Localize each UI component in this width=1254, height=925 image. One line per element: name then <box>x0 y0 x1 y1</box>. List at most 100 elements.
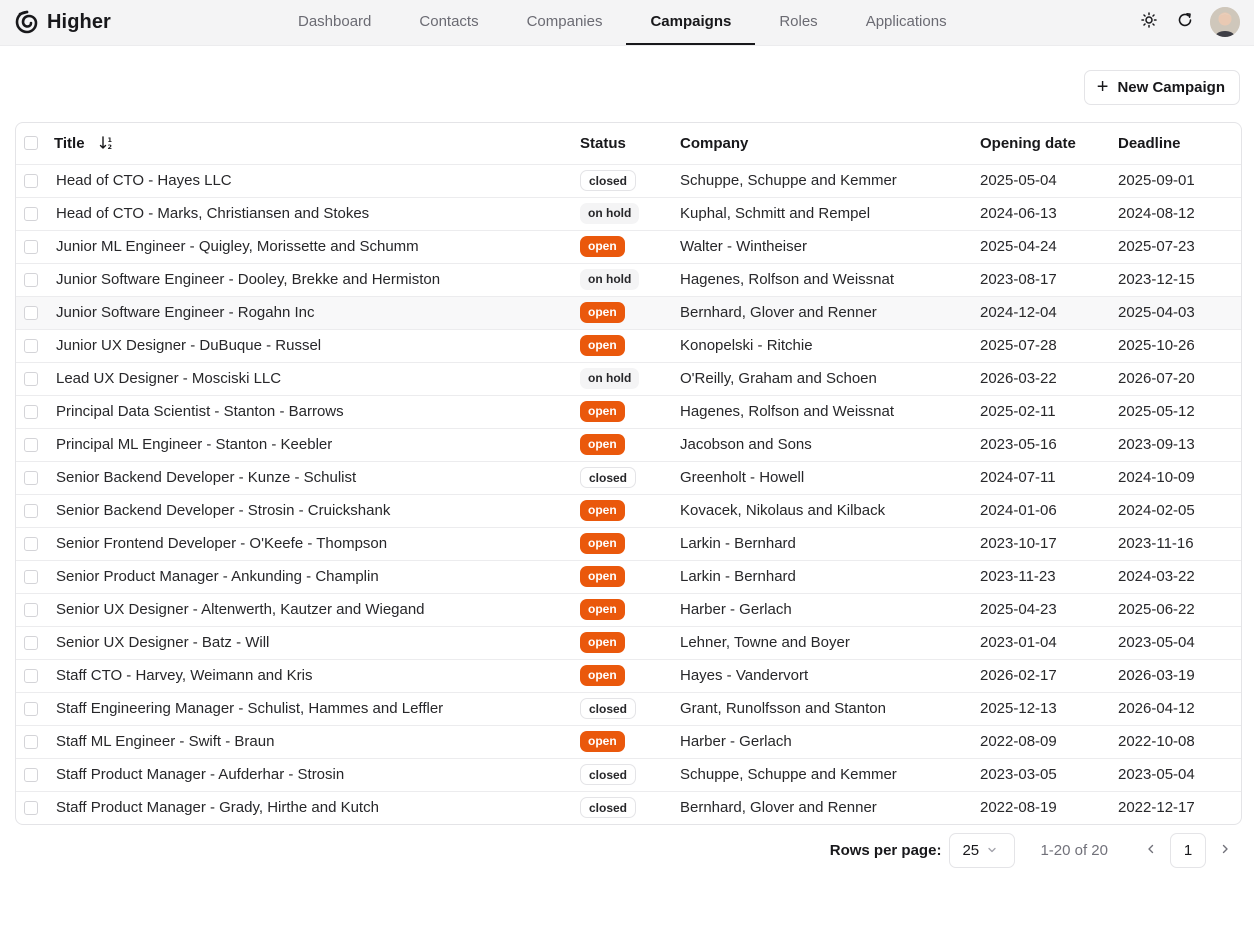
campaign-title[interactable]: Senior UX Designer - Batz - Will <box>54 626 580 659</box>
status-badge: closed <box>580 170 637 191</box>
opening-date-cell: 2025-05-04 <box>980 172 1057 189</box>
campaign-title[interactable]: Principal Data Scientist - Stanton - Bar… <box>54 395 580 428</box>
row-checkbox[interactable] <box>24 305 38 320</box>
campaign-title[interactable]: Staff ML Engineer - Swift - Braun <box>54 725 580 758</box>
row-checkbox[interactable] <box>24 767 38 782</box>
table-row[interactable]: Head of CTO - Hayes LLC closed Schuppe, Sc… <box>16 164 1241 197</box>
company-cell: O'Reilly, Graham and Schoen <box>680 370 877 387</box>
nav-tab-companies[interactable]: Companies <box>503 0 627 45</box>
campaign-title[interactable]: Staff CTO - Harvey, Weimann and Kris <box>54 659 580 692</box>
campaign-title[interactable]: Lead UX Designer - Mosciski LLC <box>54 362 580 395</box>
row-checkbox[interactable] <box>24 635 38 650</box>
title-column-header[interactable]: Title 1 2 <box>54 135 580 152</box>
campaign-title[interactable]: Senior Frontend Developer - O'Keefe - Th… <box>54 527 580 560</box>
row-checkbox[interactable] <box>24 701 38 716</box>
campaign-title[interactable]: Senior Backend Developer - Strosin - Cru… <box>54 494 580 527</box>
row-checkbox[interactable] <box>24 371 38 386</box>
table-row[interactable]: Principal Data Scientist - Stanton - Bar… <box>16 395 1241 428</box>
campaign-title[interactable]: Junior ML Engineer - Quigley, Morissette… <box>54 230 580 263</box>
select-all-checkbox[interactable] <box>24 136 38 151</box>
deadline-cell: 2023-12-15 <box>1118 271 1195 288</box>
table-header-row: Title 1 2 Status Company Opening date De… <box>16 123 1241 164</box>
nav-tab-dashboard[interactable]: Dashboard <box>274 0 395 45</box>
table-row[interactable]: Principal ML Engineer - Stanton - Keeble… <box>16 428 1241 461</box>
company-column-header[interactable]: Company <box>680 123 980 164</box>
status-badge: closed <box>580 698 637 719</box>
table-row[interactable]: Senior UX Designer - Altenwerth, Kautzer… <box>16 593 1241 626</box>
table-row[interactable]: Junior ML Engineer - Quigley, Morissette… <box>16 230 1241 263</box>
page-range-text: 1-20 of 20 <box>1040 841 1108 859</box>
new-campaign-label: New Campaign <box>1117 79 1225 96</box>
table-row[interactable]: Junior UX Designer - DuBuque - Russel ope… <box>16 329 1241 362</box>
campaign-title[interactable]: Staff Product Manager - Aufderhar - Stro… <box>54 758 580 791</box>
status-column-header[interactable]: Status <box>580 123 680 164</box>
row-checkbox[interactable] <box>24 206 38 221</box>
previous-page-button[interactable] <box>1136 833 1166 868</box>
deadline-column-header[interactable]: Deadline <box>1118 123 1241 164</box>
deadline-cell: 2025-10-26 <box>1118 337 1195 354</box>
row-checkbox[interactable] <box>24 404 38 419</box>
nav-tab-applications[interactable]: Applications <box>842 0 971 45</box>
campaign-title[interactable]: Head of CTO - Marks, Christiansen and St… <box>54 197 580 230</box>
table-row[interactable]: Senior UX Designer - Batz - Will open Lehn… <box>16 626 1241 659</box>
opening-date-cell: 2026-03-22 <box>980 370 1057 387</box>
company-cell: Harber - Gerlach <box>680 733 792 750</box>
row-checkbox[interactable] <box>24 239 38 254</box>
campaign-title[interactable]: Junior Software Engineer - Dooley, Brekk… <box>54 263 580 296</box>
campaign-title[interactable]: Head of CTO - Hayes LLC <box>54 164 580 197</box>
table-row[interactable]: Staff Engineering Manager - Schulist, Ha… <box>16 692 1241 725</box>
row-checkbox[interactable] <box>24 668 38 683</box>
campaign-title[interactable]: Staff Engineering Manager - Schulist, Ha… <box>54 692 580 725</box>
table-row[interactable]: Senior Backend Developer - Kunze - Schul… <box>16 461 1241 494</box>
row-checkbox[interactable] <box>24 338 38 353</box>
row-checkbox[interactable] <box>24 536 38 551</box>
user-avatar[interactable] <box>1210 7 1240 37</box>
brand[interactable]: Higher <box>14 9 111 35</box>
table-row[interactable]: Staff Product Manager - Grady, Hirthe an… <box>16 791 1241 824</box>
theme-toggle-button[interactable] <box>1134 7 1164 37</box>
row-checkbox[interactable] <box>24 437 38 452</box>
sort-icon[interactable]: 1 2 <box>99 135 115 151</box>
campaign-title[interactable]: Senior UX Designer - Altenwerth, Kautzer… <box>54 593 580 626</box>
refresh-button[interactable] <box>1170 7 1200 37</box>
table-row[interactable]: Staff CTO - Harvey, Weimann and Kris open… <box>16 659 1241 692</box>
chevron-right-icon <box>1219 842 1231 859</box>
row-checkbox[interactable] <box>24 602 38 617</box>
table-row[interactable]: Staff Product Manager - Aufderhar - Stro… <box>16 758 1241 791</box>
opening-date-column-header[interactable]: Opening date <box>980 123 1118 164</box>
table-row[interactable]: Junior Software Engineer - Rogahn Inc ope… <box>16 296 1241 329</box>
nav-tab-campaigns[interactable]: Campaigns <box>626 0 756 45</box>
row-checkbox[interactable] <box>24 272 38 287</box>
new-campaign-button[interactable]: + New Campaign <box>1083 70 1240 105</box>
nav-tab-roles[interactable]: Roles <box>755 0 841 45</box>
table-row[interactable]: Junior Software Engineer - Dooley, Brekk… <box>16 263 1241 296</box>
table-row[interactable]: Senior Product Manager - Ankunding - Cha… <box>16 560 1241 593</box>
app-name: Higher <box>47 10 111 33</box>
row-checkbox[interactable] <box>24 503 38 518</box>
next-page-button[interactable] <box>1210 833 1240 868</box>
table-row[interactable]: Senior Backend Developer - Strosin - Cru… <box>16 494 1241 527</box>
deadline-cell: 2023-11-16 <box>1118 535 1194 552</box>
row-checkbox[interactable] <box>24 173 38 188</box>
campaign-title[interactable]: Principal ML Engineer - Stanton - Keeble… <box>54 428 580 461</box>
row-checkbox[interactable] <box>24 470 38 485</box>
page-number-button[interactable]: 1 <box>1170 832 1206 868</box>
campaign-title[interactable]: Staff Product Manager - Grady, Hirthe an… <box>54 791 580 824</box>
table-row[interactable]: Lead UX Designer - Mosciski LLC on hold O'… <box>16 362 1241 395</box>
table-row[interactable]: Senior Frontend Developer - O'Keefe - Th… <box>16 527 1241 560</box>
campaign-title[interactable]: Junior UX Designer - DuBuque - Russel <box>54 329 580 362</box>
opening-date-cell: 2025-04-24 <box>980 238 1057 255</box>
rows-per-page-select[interactable]: 25 <box>949 832 1016 868</box>
campaign-title[interactable]: Senior Product Manager - Ankunding - Cha… <box>54 560 580 593</box>
row-checkbox[interactable] <box>24 800 38 815</box>
company-cell: Lehner, Towne and Boyer <box>680 634 850 651</box>
nav-tab-contacts[interactable]: Contacts <box>395 0 502 45</box>
row-checkbox[interactable] <box>24 569 38 584</box>
row-checkbox[interactable] <box>24 734 38 749</box>
status-badge: open <box>580 632 625 653</box>
campaign-title[interactable]: Senior Backend Developer - Kunze - Schul… <box>54 461 580 494</box>
table-row[interactable]: Head of CTO - Marks, Christiansen and St… <box>16 197 1241 230</box>
table-row[interactable]: Staff ML Engineer - Swift - Braun open Har… <box>16 725 1241 758</box>
opening-date-cell: 2023-11-23 <box>980 568 1056 585</box>
campaign-title[interactable]: Junior Software Engineer - Rogahn Inc <box>54 296 580 329</box>
